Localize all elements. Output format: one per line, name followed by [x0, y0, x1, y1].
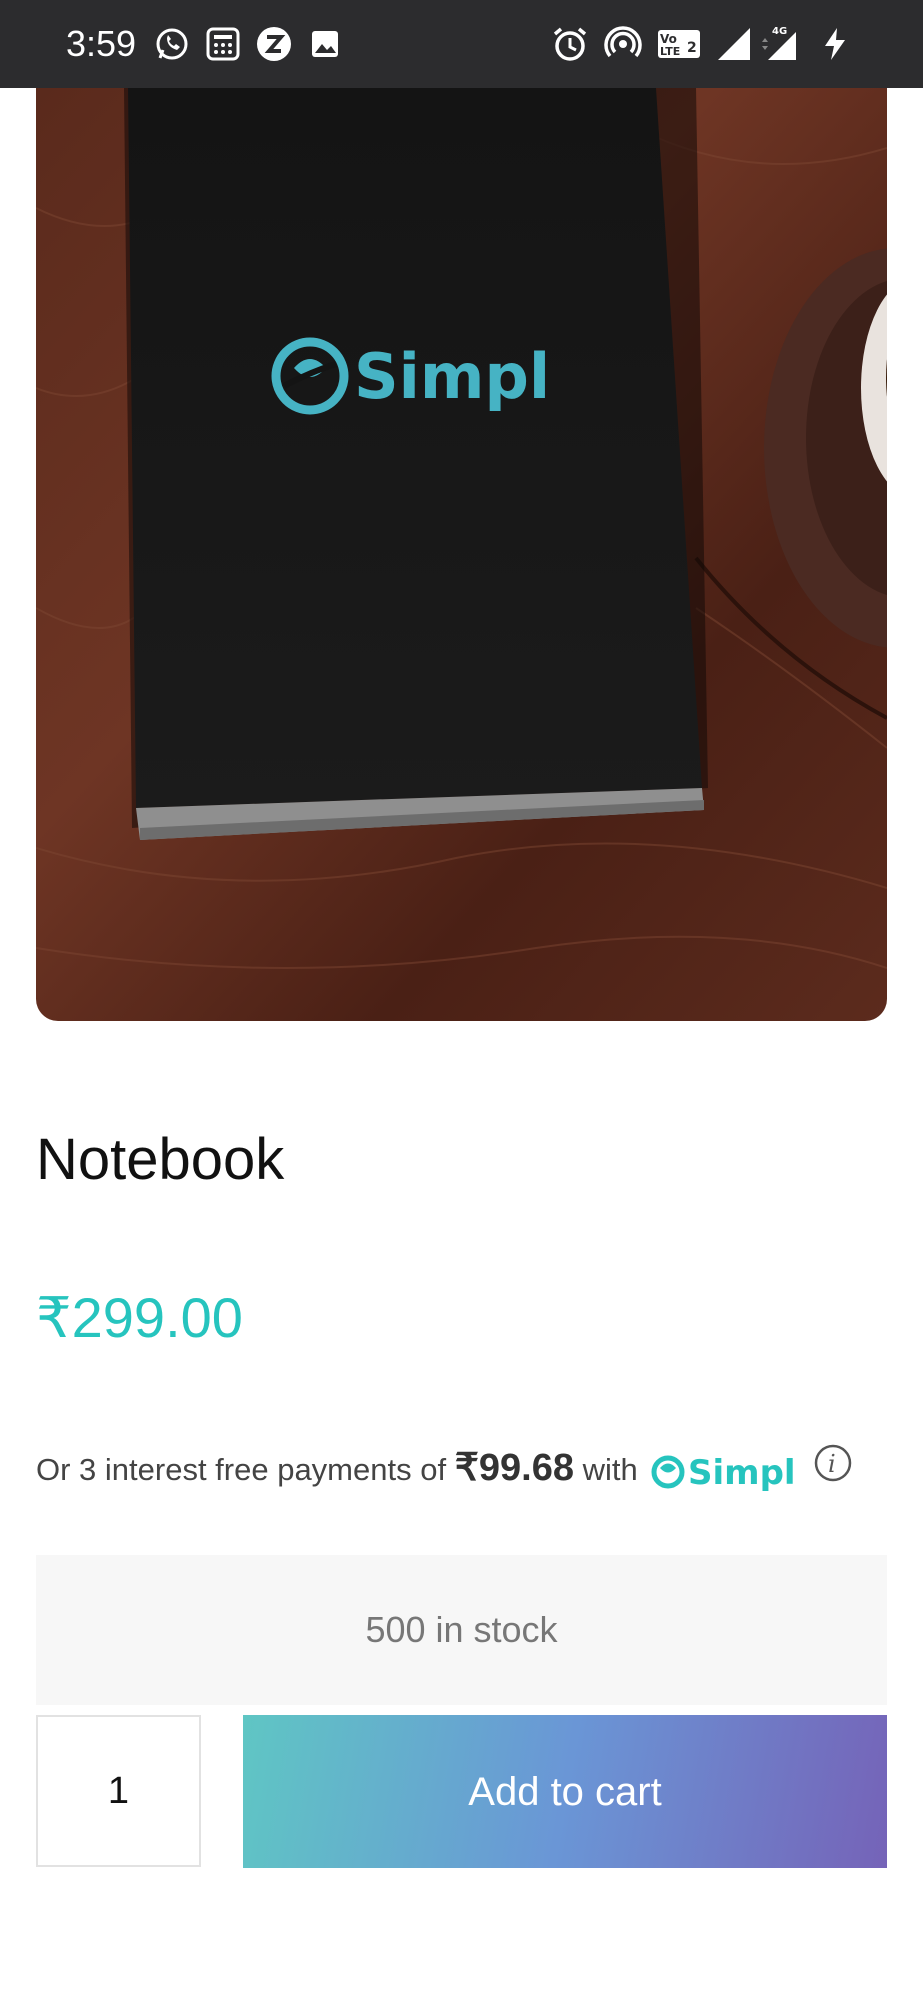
simpl-logo-icon [651, 1455, 685, 1489]
alarm-icon [550, 24, 590, 64]
bnpl-amount: ₹99.68 [454, 1447, 574, 1489]
svg-text:2: 2 [687, 40, 697, 56]
zepto-icon [254, 24, 294, 64]
svg-text:Vo: Vo [660, 32, 677, 46]
whatsapp-icon [152, 24, 192, 64]
bnpl-installments: Or 3 interest free payments of ₹99.68 wi… [36, 1440, 896, 1496]
signal-icon [714, 24, 754, 64]
product-title: Notebook [36, 1127, 285, 1192]
status-time: 3:59 [66, 23, 137, 64]
calculator-icon [203, 24, 243, 64]
simpl-logo-text: Simpl [688, 1453, 796, 1493]
bnpl-prefix: Or 3 interest free payments of [36, 1452, 447, 1487]
svg-text:4G: 4G [772, 26, 787, 37]
svg-text:i: i [828, 1450, 836, 1478]
volte-icon: Vo LTE 2 [656, 24, 702, 64]
quantity-input[interactable] [36, 1715, 201, 1867]
stock-status: 500 in stock [36, 1555, 887, 1705]
gallery-icon [305, 24, 345, 64]
book-logo-text: Simpl [354, 340, 550, 413]
charging-icon [815, 24, 855, 64]
svg-text:LTE: LTE [660, 45, 680, 58]
bnpl-with: with [582, 1452, 638, 1487]
product-image[interactable]: Simpl [36, 88, 887, 1021]
product-price: ₹299.00 [36, 1286, 243, 1349]
status-bar: 3:59 Vo LTE 2 4G [0, 0, 923, 88]
signal-4g-icon: 4G [760, 24, 800, 64]
hotspot-icon [603, 24, 643, 64]
simpl-logo[interactable]: Simpl [650, 1450, 800, 1494]
add-to-cart-button[interactable]: Add to cart [243, 1715, 887, 1868]
info-icon[interactable]: i [813, 1443, 853, 1501]
